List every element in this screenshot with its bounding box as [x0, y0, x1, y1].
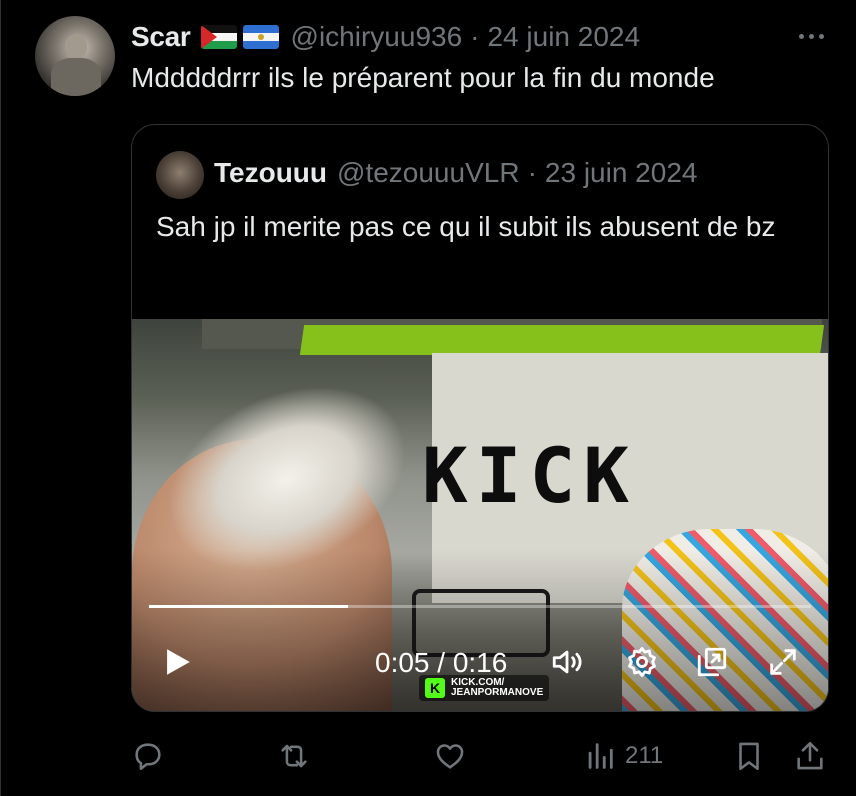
settings-icon[interactable] [625, 645, 659, 679]
palestine-flag-icon [200, 25, 237, 49]
meta-separator: · [470, 21, 480, 52]
like-icon [436, 744, 464, 769]
nicaragua-flag-icon [242, 25, 279, 49]
author-avatar[interactable] [35, 16, 115, 96]
views-count: 211 [625, 742, 664, 769]
repost-button[interactable] [277, 734, 311, 778]
share-button[interactable] [793, 734, 827, 778]
video-scene-kick-text: KICK [422, 431, 638, 520]
views-icon [588, 743, 613, 769]
share-icon [797, 741, 823, 770]
bookmark-button[interactable] [732, 734, 766, 778]
bookmark-icon [739, 742, 759, 771]
quoted-tweet-text: Sah jp il merite pas ce qu il subit ils … [156, 211, 776, 242]
quoted-author-avatar[interactable] [156, 151, 204, 199]
tweet-date[interactable]: 24 juin 2024 [487, 21, 640, 53]
pip-icon[interactable] [695, 645, 729, 679]
more-icon[interactable] [793, 24, 829, 48]
quoted-author-name[interactable]: Tezouuu [214, 157, 327, 189]
like-button[interactable] [433, 734, 467, 778]
tweet-text: Mdddddrrr ils le préparent pour la fin d… [131, 62, 715, 93]
tweet-actions-bar: 211 [0, 734, 856, 778]
reply-button[interactable] [131, 734, 165, 778]
kick-logo: K [425, 678, 445, 698]
volume-icon[interactable] [550, 645, 584, 679]
video-progress-bar[interactable] [149, 605, 811, 608]
reply-icon [135, 743, 161, 771]
avatar-body [51, 58, 101, 96]
quoted-author-handle[interactable]: @tezouuuVLR [337, 157, 520, 189]
quoted-tweet[interactable]: Tezouuu @tezouuuVLR · 23 juin 2024 Sah j… [131, 124, 829, 712]
author-name[interactable]: Scar [131, 21, 191, 53]
quoted-tweet-header: Tezouuu @tezouuuVLR · 23 juin 2024 [214, 157, 697, 189]
video-scene-green-band [299, 325, 825, 355]
quoted-meta-separator: · [527, 157, 537, 188]
avatar-face [65, 34, 87, 60]
repost-icon [281, 744, 307, 768]
kick-watermark-channel: JEANPORMANOVE [451, 687, 544, 698]
video-player[interactable]: KICK 0:05 / 0:16 K KICK.COM/ JEANPORMANO… [132, 319, 828, 711]
timeline-border [0, 0, 1, 796]
video-progress-fill [149, 605, 348, 608]
play-icon[interactable] [160, 645, 194, 679]
author-handle[interactable]: @ichiryuu936 [291, 21, 463, 53]
kick-watermark: K KICK.COM/ JEANPORMANOVE [419, 675, 550, 701]
views-button[interactable]: 211 [583, 734, 663, 778]
quoted-tweet-date[interactable]: 23 juin 2024 [545, 157, 698, 189]
fullscreen-icon[interactable] [766, 645, 800, 679]
tweet-header: Scar @ichiryuu936 · 24 juin 2024 [131, 20, 640, 54]
